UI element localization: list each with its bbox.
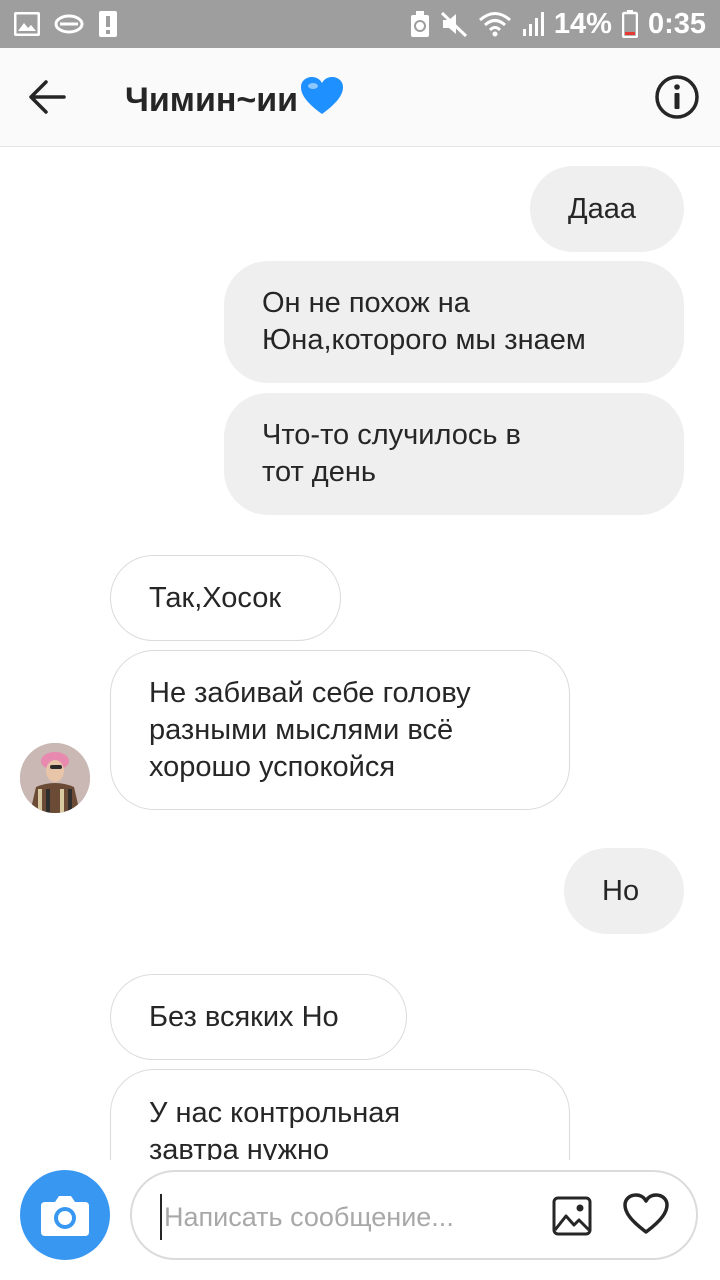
heart-icon [623,1193,669,1234]
status-bar: 14% 0:35 [0,0,720,48]
message-text: Что-то случилось в тот день [262,419,521,488]
message-text: У нас контрольная завтра нужно [149,1097,401,1160]
message-input[interactable] [160,1194,546,1240]
message-composer [0,1160,720,1280]
mute-icon [440,10,468,38]
message-text: Но [602,874,640,907]
message-bubble-incoming[interactable]: Без всяких Но [110,974,407,1060]
contact-name: Чимин~ии [125,81,299,119]
message-list[interactable]: Дааа Он не похож на Юна,которого мы знае… [0,147,720,1160]
info-icon [655,75,699,119]
gallery-button[interactable] [552,1196,592,1236]
recycle-icon [410,10,430,38]
blue-heart-icon [300,76,344,125]
message-text: Не забивай себе голову разными мыслями в… [149,676,471,783]
cloud-sync-icon [54,12,84,36]
message-bubble-incoming[interactable]: Не забивай себе голову разными мыслями в… [110,650,570,810]
message-text: Дааа [568,192,637,225]
clock: 0:35 [647,7,706,40]
battery-icon [621,10,638,38]
message-text: Он не похож на Юна,которого мы знаем [262,287,586,356]
message-bubble-incoming[interactable]: Так,Хосок [110,555,341,641]
message-text: Без всяких Но [149,1000,339,1033]
message-bubble-outgoing[interactable]: Что-то случилось в тот день [224,393,684,515]
signal-icon [522,11,544,37]
info-button[interactable] [654,74,700,120]
status-right: 14% 0:35 [410,0,706,48]
status-left-icons [14,9,118,39]
camera-icon [41,1196,89,1236]
message-bubble-outgoing[interactable]: Он не похож на Юна,которого мы знаем [224,261,684,383]
alert-icon [98,10,118,38]
battery-percent: 14% [553,7,612,40]
camera-button[interactable] [20,1170,110,1260]
message-bubble-outgoing[interactable]: Дааа [530,166,684,252]
gallery-icon [14,12,40,36]
message-bubble-outgoing[interactable]: Но [564,848,684,934]
arrow-left-icon [29,80,66,114]
thread-header: Чимин~ии [0,48,720,147]
avatar[interactable] [20,743,90,813]
wifi-icon [478,11,512,37]
message-text: Так,Хосок [149,581,282,614]
contact-title[interactable]: Чимин~ии [125,76,344,125]
back-button[interactable] [26,76,68,118]
image-icon [552,1196,592,1236]
like-button[interactable] [622,1192,670,1238]
message-bubble-incoming[interactable]: У нас контрольная завтра нужно [110,1069,570,1160]
message-input-container [130,1170,698,1260]
